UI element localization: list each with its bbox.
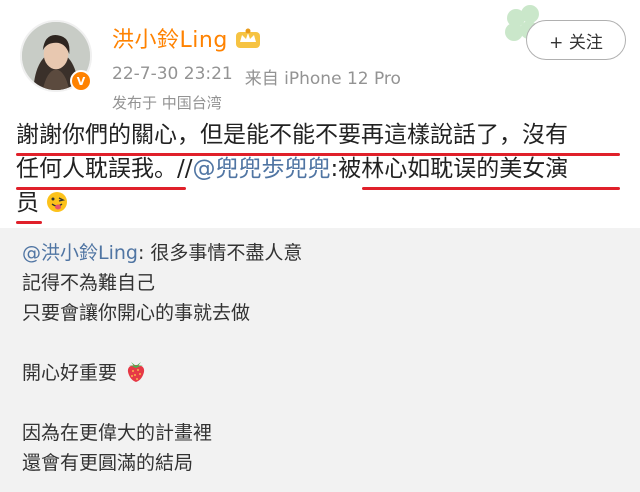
post-location: 发布于 中国台湾 bbox=[112, 92, 222, 113]
retweet-text: 開心好重要 bbox=[22, 362, 118, 384]
retweet-box[interactable]: @洪小鈴Ling: 很多事情不盡人意 記得不為難自己 只要會讓你開心的事就去做 … bbox=[0, 228, 640, 492]
retweet-mention[interactable]: @洪小鈴Ling bbox=[22, 242, 138, 264]
post-header: V 洪小鈴Ling 22-7-30 23:21 来自 iPhone 12 Pro… bbox=[0, 0, 640, 122]
location-text: 发布于 中国台湾 bbox=[112, 94, 222, 112]
tongue-face-emoji bbox=[47, 192, 68, 212]
retweet-line: 因為在更偉大的計畫裡 bbox=[22, 422, 213, 444]
highlight-underline bbox=[16, 221, 42, 224]
post-source: 来自 iPhone 12 Pro bbox=[244, 69, 401, 89]
content-text: 任何人耽誤我。// bbox=[16, 156, 193, 182]
content-line: 任何人耽誤我。//@兜兜歩兜兜:被林心如耽误的美女演 bbox=[16, 152, 626, 190]
username[interactable]: 洪小鈴Ling bbox=[112, 22, 228, 54]
post-content: 謝謝你們的關心，但是能不能不要再這樣說話了，沒有 任何人耽誤我。//@兜兜歩兜兜… bbox=[16, 118, 626, 224]
retweet-line: 還會有更圓滿的結局 bbox=[22, 452, 194, 474]
strawberry-emoji bbox=[127, 362, 145, 382]
vip-badge: V bbox=[70, 70, 92, 92]
post-meta: 22-7-30 23:21 来自 iPhone 12 Pro bbox=[112, 64, 401, 89]
timestamp: 22-7-30 23:21 bbox=[112, 64, 233, 84]
retweet-text: : 很多事情不盡人意 bbox=[137, 242, 303, 264]
retweet-line: 記得不為難自己 bbox=[22, 272, 156, 294]
content-line: 謝謝你們的關心，但是能不能不要再這樣說話了，沒有 bbox=[16, 118, 626, 156]
mention-link[interactable]: @兜兜歩兜兜 bbox=[193, 156, 331, 182]
follow-button[interactable]: + 关注 bbox=[526, 20, 626, 60]
retweet-line: 只要會讓你開心的事就去做 bbox=[22, 302, 251, 324]
retweet-line: @洪小鈴Ling: 很多事情不盡人意 bbox=[22, 238, 302, 268]
retweet-line: 開心好重要 bbox=[22, 358, 302, 388]
content-text: 謝謝你們的關心，但是能不能不要再這樣說話了，沒有 bbox=[16, 122, 568, 148]
content-line: 员 bbox=[16, 186, 626, 224]
crown-icon bbox=[235, 28, 260, 48]
content-text: 员 bbox=[16, 190, 39, 216]
content-text: :被林心如耽误的美女演 bbox=[330, 156, 569, 182]
